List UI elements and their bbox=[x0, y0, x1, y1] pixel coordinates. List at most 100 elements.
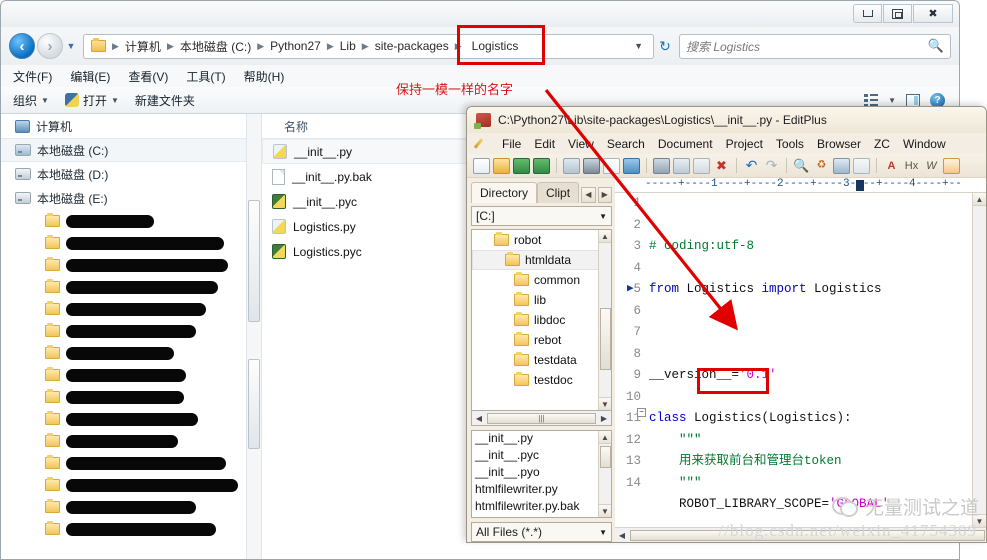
copy-icon[interactable] bbox=[673, 157, 690, 174]
search-input[interactable]: 搜索 Logistics bbox=[686, 38, 928, 55]
tree-item[interactable]: common bbox=[472, 270, 611, 290]
nav-item-redacted[interactable] bbox=[1, 276, 261, 298]
tab-directory[interactable]: Directory bbox=[471, 182, 538, 203]
open-file-icon[interactable] bbox=[493, 157, 510, 174]
address-bar[interactable]: ▶ 计算机 ▶ 本地磁盘 (C:) ▶ Python27 ▶ Lib ▶ sit… bbox=[83, 25, 654, 65]
scroll-up-icon[interactable]: ▲ bbox=[599, 230, 611, 243]
tab-cliptext[interactable]: Clipt bbox=[537, 182, 580, 203]
cut-icon[interactable] bbox=[653, 157, 670, 174]
nav-item-redacted[interactable] bbox=[1, 430, 261, 452]
nav-item-redacted[interactable] bbox=[1, 408, 261, 430]
save-icon[interactable] bbox=[513, 157, 530, 174]
chevron-down-icon[interactable]: ▼ bbox=[888, 96, 896, 105]
tab-scroll-right-icon[interactable]: ▶ bbox=[597, 187, 612, 203]
ep-menu-file[interactable]: File bbox=[502, 137, 521, 151]
find-icon[interactable]: 🔍 bbox=[793, 158, 810, 174]
scroll-left-icon[interactable]: ◀ bbox=[615, 531, 629, 540]
minimize-button[interactable] bbox=[853, 4, 882, 23]
line-numbers-icon[interactable] bbox=[853, 157, 870, 174]
menu-edit[interactable]: 编辑(E) bbox=[70, 68, 110, 85]
ep-menu-edit[interactable]: Edit bbox=[534, 137, 555, 151]
redo-icon[interactable]: ↷ bbox=[763, 157, 780, 174]
new-file-icon[interactable] bbox=[473, 157, 490, 174]
ep-menu-zc[interactable]: ZC bbox=[874, 137, 890, 151]
menu-view[interactable]: 查看(V) bbox=[128, 68, 168, 85]
tree-item[interactable]: htmldata bbox=[472, 250, 611, 270]
breadcrumb-item-4[interactable]: site-packages bbox=[370, 37, 454, 55]
ep-menu-browser[interactable]: Browser bbox=[817, 137, 861, 151]
column-header-name[interactable]: 名称 bbox=[284, 118, 308, 135]
maximize-button[interactable] bbox=[883, 4, 912, 23]
address-dropdown-caret-icon[interactable]: ▼ bbox=[630, 41, 651, 51]
tree-item[interactable]: libdoc bbox=[472, 310, 611, 330]
tree-item[interactable]: robot bbox=[472, 230, 611, 250]
breadcrumb-item-3[interactable]: Lib bbox=[335, 37, 361, 55]
recent-locations-caret-icon[interactable]: ▼ bbox=[63, 41, 79, 51]
nav-item-redacted[interactable] bbox=[1, 386, 261, 408]
undo-icon[interactable]: ↶ bbox=[743, 157, 760, 174]
scrollbar-thumb-lower[interactable] bbox=[248, 359, 260, 449]
tree-item[interactable]: rebot bbox=[472, 330, 611, 350]
nav-item-redacted[interactable] bbox=[1, 474, 261, 496]
panel-file-item[interactable]: htmlfilewriter.py.bak bbox=[472, 499, 611, 516]
ep-menu-window[interactable]: Window bbox=[903, 137, 946, 151]
nav-item-redacted[interactable] bbox=[1, 342, 261, 364]
nav-item-computer[interactable]: 计算机 bbox=[1, 114, 261, 138]
scrollbar-thumb[interactable] bbox=[600, 308, 611, 370]
nav-item-redacted[interactable] bbox=[1, 320, 261, 342]
panel-file-item[interactable]: htmlfilewriter.py bbox=[472, 482, 611, 499]
nav-item-redacted[interactable] bbox=[1, 364, 261, 386]
panel-file-item[interactable]: __init__.pyc bbox=[472, 448, 611, 465]
scroll-down-icon[interactable]: ▼ bbox=[599, 397, 611, 410]
font-size-icon[interactable]: A bbox=[883, 160, 900, 172]
refresh-icon[interactable]: ↻ bbox=[654, 38, 676, 55]
menu-file[interactable]: 文件(F) bbox=[13, 68, 52, 85]
tree-item[interactable]: testdata bbox=[472, 350, 611, 370]
drive-select[interactable]: [C:] ▼ bbox=[471, 206, 612, 226]
ep-menu-document[interactable]: Document bbox=[658, 137, 713, 151]
browser-preview-icon[interactable] bbox=[943, 157, 960, 174]
nav-item-redacted[interactable] bbox=[1, 518, 261, 540]
forward-button[interactable]: › bbox=[37, 33, 63, 59]
hex-view-icon[interactable]: Hx bbox=[903, 160, 920, 172]
file-list-scrollbar[interactable]: ▲ ▼ bbox=[598, 431, 611, 517]
open-button[interactable]: 打开 ▼ bbox=[64, 92, 119, 109]
scroll-down-icon[interactable]: ▼ bbox=[599, 504, 611, 517]
organize-button[interactable]: 组织 ▼ bbox=[13, 92, 49, 109]
editor-vertical-scrollbar[interactable]: ▲ ▼ bbox=[972, 193, 986, 527]
scrollbar-thumb[interactable] bbox=[600, 446, 611, 468]
directory-tree[interactable]: robot htmldata common lib libdoc rebot testdat… bbox=[471, 229, 612, 411]
scrollbar-thumb[interactable]: ||| bbox=[487, 412, 596, 424]
editor-pane[interactable]: 1 2 3 4 5 6 7 8 9 10 11 12 13 14 # coding:utf-8 ▶ from … bbox=[615, 193, 986, 527]
paste-icon[interactable] bbox=[693, 157, 710, 174]
scroll-up-icon[interactable]: ▲ bbox=[973, 193, 986, 206]
tree-item[interactable]: testdoc bbox=[472, 370, 611, 390]
menu-tools[interactable]: 工具(T) bbox=[186, 68, 225, 85]
print-icon[interactable] bbox=[583, 157, 600, 174]
nav-item-drive-c[interactable]: 本地磁盘 (C:) bbox=[1, 138, 261, 162]
file-filter-select[interactable]: All Files (*.*) ▼ bbox=[471, 522, 612, 542]
nav-item-redacted[interactable] bbox=[1, 452, 261, 474]
back-button[interactable]: ‹ bbox=[9, 33, 35, 59]
panel-file-item[interactable]: __init__.py bbox=[472, 431, 611, 448]
code-fold-icon[interactable]: − bbox=[637, 408, 646, 417]
panel-file-item[interactable]: __init__.pyo bbox=[472, 465, 611, 482]
ep-menu-project[interactable]: Project bbox=[726, 137, 763, 151]
scroll-left-icon[interactable]: ◀ bbox=[472, 414, 486, 423]
tree-item[interactable]: lib bbox=[472, 290, 611, 310]
search-box[interactable]: 搜索 Logistics 🔍 bbox=[679, 33, 951, 59]
nav-item-drive-e[interactable]: 本地磁盘 (E:) bbox=[1, 186, 261, 210]
breadcrumb-current[interactable]: Logistics bbox=[467, 37, 524, 55]
preview-pane-icon[interactable] bbox=[906, 93, 920, 107]
nav-item-drive-d[interactable]: 本地磁盘 (D:) bbox=[1, 162, 261, 186]
new-folder-button[interactable]: 新建文件夹 bbox=[135, 92, 195, 109]
breadcrumb-item-1[interactable]: 本地磁盘 (C:) bbox=[175, 36, 256, 57]
word-wrap-icon[interactable]: W bbox=[923, 160, 940, 172]
breadcrumb-item-2[interactable]: Python27 bbox=[265, 37, 326, 55]
save-all-icon[interactable] bbox=[533, 157, 550, 174]
nav-item-redacted[interactable] bbox=[1, 298, 261, 320]
replace-icon[interactable]: ♻ bbox=[813, 158, 830, 174]
nav-item-redacted[interactable] bbox=[1, 232, 261, 254]
scroll-right-icon[interactable]: ▶ bbox=[597, 414, 611, 423]
nav-item-redacted[interactable] bbox=[1, 496, 261, 518]
